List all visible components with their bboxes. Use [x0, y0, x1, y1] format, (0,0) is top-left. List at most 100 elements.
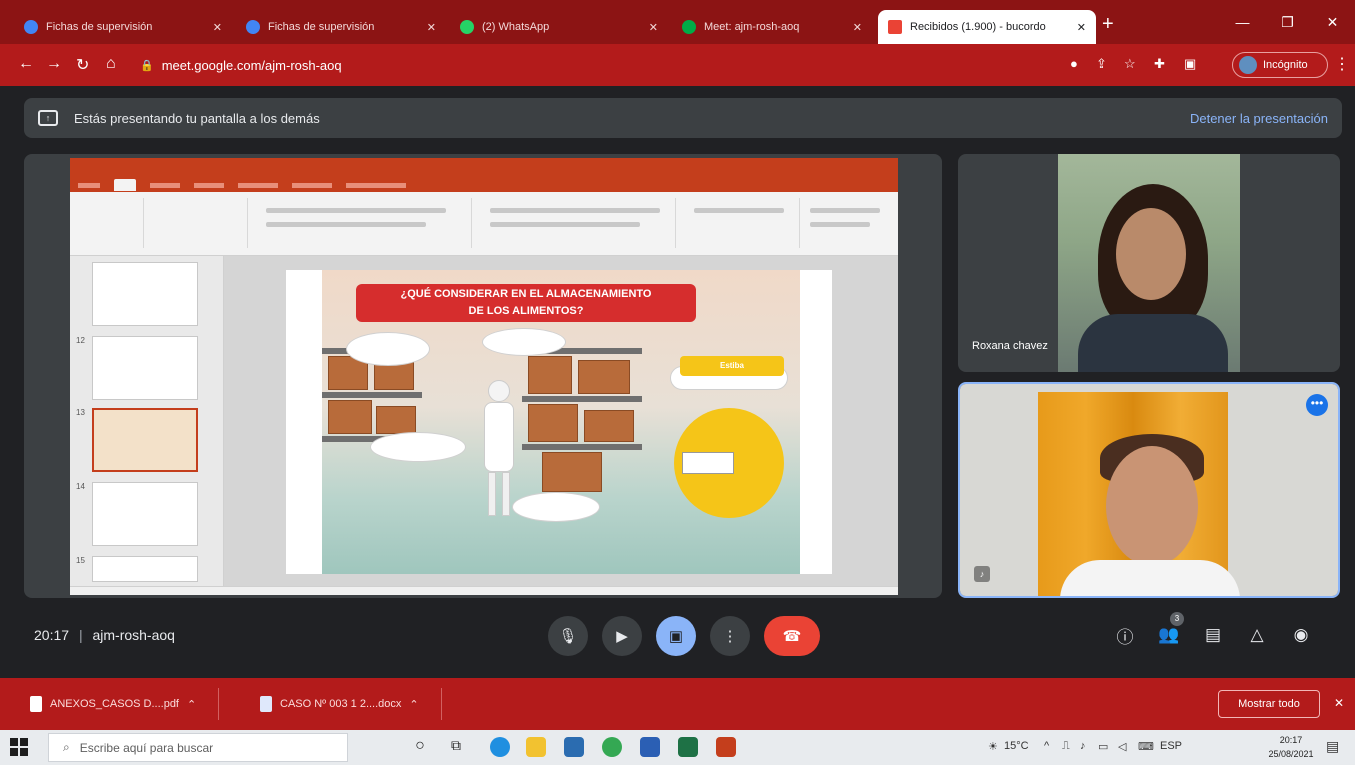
downloads-bar: ANEXOS_CASOS D....pdf ⌃ CASO Nº 003 1 2.… — [0, 678, 1355, 730]
new-tab-button[interactable]: + — [1102, 14, 1114, 34]
battery-icon[interactable]: ▭ — [1098, 740, 1108, 753]
whatsapp-icon — [460, 20, 474, 34]
file-explorer-icon[interactable] — [526, 737, 546, 757]
tab-title: (2) WhatsApp — [482, 21, 550, 33]
google-forms-icon — [24, 20, 38, 34]
ribbon-tab — [194, 182, 224, 188]
excel-icon[interactable] — [678, 737, 698, 757]
chevron-up-icon[interactable]: ⌃ — [409, 698, 418, 711]
close-downloads-icon[interactable]: ✕ — [1334, 696, 1344, 710]
lock-icon[interactable]: 🔒 — [140, 59, 154, 72]
minimize-button[interactable]: — — [1220, 0, 1265, 44]
more-options-icon[interactable]: ••• — [1306, 394, 1328, 416]
browser-tab[interactable]: Fichas de supervisión ✕ — [236, 10, 446, 44]
back-arrow-icon[interactable]: ← — [18, 55, 34, 73]
current-slide[interactable]: Estiba ¿QUÉ CONSIDERAR EN EL ALMACENAMIE… — [286, 270, 832, 574]
close-icon[interactable]: ✕ — [853, 21, 862, 34]
keyboard-icon[interactable]: ⌨ — [1138, 740, 1154, 753]
slide-thumbnail[interactable] — [92, 336, 198, 400]
tab-title: Fichas de supervisión — [268, 21, 375, 33]
slide-thumbnail[interactable] — [92, 556, 198, 582]
box — [528, 356, 572, 394]
share-icon[interactable]: ⇪ — [1096, 56, 1107, 72]
search-icon: ⌕ — [63, 740, 70, 754]
weather-temperature[interactable]: 15°C — [1004, 740, 1029, 752]
notifications-icon[interactable]: ▤ — [1326, 738, 1339, 755]
bookmark-star-icon[interactable]: ☆ — [1124, 56, 1136, 72]
worker-figure — [482, 380, 516, 520]
tab-title: Recibidos (1.900) - bucordo — [910, 21, 1046, 33]
download-item[interactable]: ANEXOS_CASOS D....pdf ⌃ — [30, 688, 220, 720]
volume-icon[interactable]: ◁ — [1118, 740, 1126, 753]
close-icon[interactable]: ✕ — [1077, 21, 1086, 34]
slide-thumbnail-selected[interactable] — [92, 408, 198, 472]
browser-menu-icon[interactable]: ⋮ — [1334, 54, 1350, 74]
windows-start-icon[interactable] — [10, 738, 28, 756]
reload-icon[interactable]: ↻ — [76, 55, 89, 75]
close-icon[interactable]: ✕ — [213, 21, 222, 34]
participants-icon[interactable]: 👥 3 — [1156, 612, 1184, 648]
download-item[interactable]: CASO Nº 003 1 2....docx ⌃ — [260, 688, 442, 720]
host-controls-icon[interactable]: ◉ — [1288, 622, 1314, 648]
show-all-downloads-button[interactable]: Mostrar todo — [1218, 690, 1320, 718]
ribbon-tab — [346, 182, 406, 188]
home-icon[interactable]: ⌂ — [106, 55, 116, 73]
forward-arrow-icon[interactable]: → — [46, 55, 62, 73]
ribbon-group — [148, 198, 248, 248]
self-video-tile[interactable]: ••• ♪ — [958, 382, 1340, 598]
participant-video-tile[interactable]: Roxana chavez — [958, 154, 1340, 372]
microphone-button[interactable]: 🎙 — [548, 616, 588, 656]
more-options-button[interactable]: ⋮ — [710, 616, 750, 656]
chrome-icon[interactable] — [602, 737, 622, 757]
address-bar[interactable]: 🔒 meet.google.com/ajm-rosh-aoq — [140, 51, 1060, 79]
box — [542, 452, 602, 492]
presentation-tile: 12 13 14 15 Estiba ¿QUÉ CONSIDERAR EN EL… — [24, 154, 942, 598]
task-view-icon[interactable]: ⧉ — [446, 737, 466, 757]
present-button[interactable]: ▣ — [656, 616, 696, 656]
browser-tab-active[interactable]: Recibidos (1.900) - bucordo ✕ — [878, 10, 1096, 44]
chat-icon[interactable]: ▤ — [1200, 622, 1226, 648]
ribbon-control-row — [490, 222, 640, 227]
profile-incognito-button[interactable]: Incógnito — [1232, 52, 1328, 78]
google-forms-icon — [246, 20, 260, 34]
presenting-banner: ↑ Estás presentando tu pantalla a los de… — [24, 98, 1342, 138]
powerpoint-ribbon — [70, 192, 898, 256]
extension-puzzle-icon[interactable]: ✚ — [1154, 56, 1165, 72]
mic-tray-icon[interactable]: ♪ — [1080, 740, 1086, 752]
activities-icon[interactable]: △ — [1244, 622, 1270, 648]
chevron-up-icon[interactable]: ^ — [1044, 740, 1049, 752]
browser-tab[interactable]: (2) WhatsApp ✕ — [450, 10, 668, 44]
media-icon[interactable]: ▣ — [1184, 56, 1196, 72]
pdf-file-icon — [30, 696, 42, 712]
text-bubble — [346, 332, 430, 366]
store-icon[interactable] — [564, 737, 584, 757]
camera-button[interactable]: ▶ — [602, 616, 642, 656]
meeting-details-icon[interactable]: ⓘ — [1112, 622, 1138, 648]
chevron-up-icon[interactable]: ⌃ — [187, 698, 196, 711]
slide-thumbnail[interactable] — [92, 262, 198, 326]
box — [584, 410, 634, 442]
taskbar-clock[interactable]: 20:17 25/08/2021 — [1268, 733, 1314, 761]
edge-icon[interactable] — [490, 737, 510, 757]
cortana-icon[interactable]: ○ — [410, 737, 430, 757]
powerpoint-status-bar — [70, 586, 898, 595]
stop-presenting-button[interactable]: Detener la presentación — [1190, 111, 1328, 126]
powerpoint-icon[interactable] — [716, 737, 736, 757]
close-window-button[interactable]: ✕ — [1310, 0, 1355, 44]
taskbar-search-box[interactable]: ⌕ Escribe aquí para buscar — [48, 733, 348, 762]
word-icon[interactable] — [640, 737, 660, 757]
network-icon[interactable]: ⎍ — [1062, 740, 1070, 753]
weather-icon[interactable]: ☀ — [988, 740, 998, 753]
maximize-button[interactable]: ❐ — [1265, 0, 1310, 44]
slide-thumbnail[interactable] — [92, 482, 198, 546]
close-icon[interactable]: ✕ — [427, 21, 436, 34]
language-icon[interactable]: ESP — [1160, 740, 1182, 752]
camera-indicator-icon[interactable]: ● — [1070, 56, 1078, 71]
end-call-button[interactable]: ☎ — [764, 616, 820, 656]
close-icon[interactable]: ✕ — [649, 21, 658, 34]
browser-tab[interactable]: Meet: ajm-rosh-aoq ✕ — [672, 10, 872, 44]
clock-time: 20:17 — [1279, 735, 1303, 745]
browser-tab[interactable]: Fichas de supervisión ✕ — [14, 10, 232, 44]
windows-taskbar: ⌕ Escribe aquí para buscar ○ ⧉ ☀ 15°C ^ … — [0, 730, 1355, 765]
meet-controls: 🎙 ▶ ▣ ⋮ ☎ — [548, 616, 820, 656]
